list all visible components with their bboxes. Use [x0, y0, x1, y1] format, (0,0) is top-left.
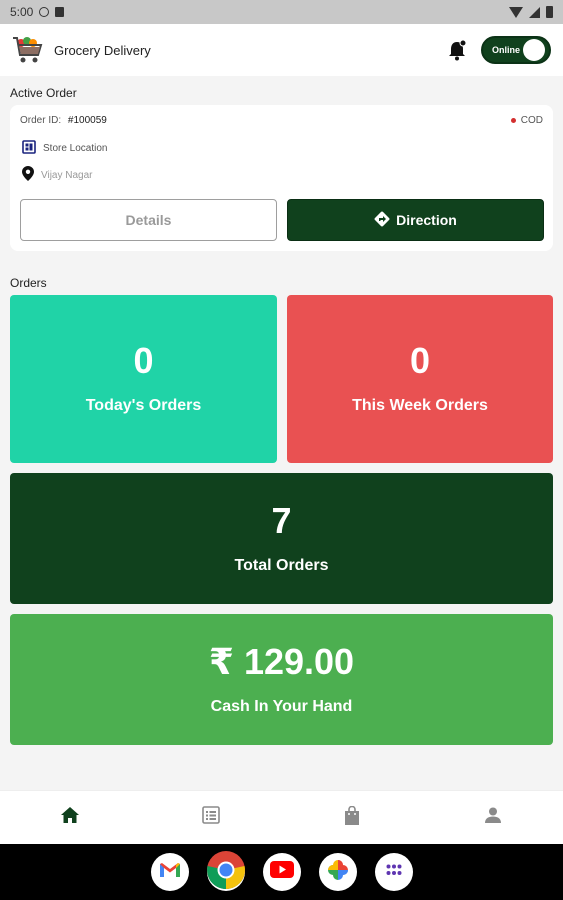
direction-button-label: Direction — [396, 212, 457, 228]
todays-orders-tile[interactable]: 0 Today's Orders — [10, 295, 277, 463]
status-notification-icon — [39, 7, 50, 17]
youtube-app[interactable] — [262, 853, 301, 891]
chrome-app[interactable] — [206, 850, 245, 894]
status-time: 5:00 — [10, 5, 34, 19]
nav-home[interactable] — [50, 798, 90, 838]
app-drawer[interactable] — [374, 853, 413, 891]
store-icon — [22, 140, 36, 157]
person-icon — [484, 807, 501, 828]
address-label: Vijay Nagar — [41, 169, 93, 181]
bottom-navigation — [0, 790, 563, 844]
battery-icon — [546, 6, 553, 18]
apps-icon — [386, 863, 402, 881]
grocery-cart-logo-icon — [12, 35, 44, 65]
chrome-icon — [206, 850, 245, 894]
order-id-value: #100059 — [67, 115, 107, 126]
gmail-icon — [159, 862, 181, 883]
total-orders-count: 7 — [271, 499, 292, 541]
signal-icon — [529, 6, 540, 18]
shopping-bag-icon — [344, 805, 360, 830]
system-dock — [0, 844, 563, 900]
photos-icon — [327, 859, 349, 886]
app-title: Grocery Delivery — [54, 42, 151, 58]
nav-profile[interactable] — [473, 798, 513, 838]
home-icon — [61, 807, 80, 828]
nav-orders[interactable] — [191, 798, 231, 838]
todays-orders-count: 0 — [133, 340, 154, 381]
nav-shopping[interactable] — [332, 798, 372, 838]
gmail-app[interactable] — [150, 853, 189, 891]
youtube-icon — [269, 861, 294, 883]
week-orders-tile[interactable]: 0 This Week Orders — [287, 295, 553, 463]
status-bar: 5:00 — [0, 0, 563, 24]
store-location-label: Store Location — [43, 143, 108, 154]
store-location-row: Store Location — [22, 140, 108, 157]
todays-orders-label: Today's Orders — [85, 397, 202, 414]
payment-method-badge: COD — [510, 115, 543, 126]
cash-in-hand-amount: ₹ 129.00 — [208, 640, 355, 682]
toggle-knob — [523, 39, 545, 61]
online-toggle-label: Online — [492, 45, 521, 55]
total-orders-label: Total Orders — [234, 556, 329, 574]
week-orders-count: 0 — [409, 340, 431, 381]
online-toggle[interactable]: Online — [481, 36, 551, 64]
list-icon — [202, 806, 220, 829]
order-id: Order ID: #100059 — [20, 115, 107, 126]
location-pin-icon — [22, 166, 34, 184]
payment-method-label: COD — [520, 115, 543, 126]
sd-card-icon — [55, 7, 65, 17]
week-orders-label: This Week Orders — [352, 397, 488, 414]
details-button[interactable]: Details — [20, 199, 277, 241]
order-id-label: Order ID: — [20, 115, 62, 126]
active-order-heading: Active Order — [10, 86, 77, 100]
direction-icon — [374, 211, 390, 230]
orders-heading: Orders — [10, 276, 47, 290]
cash-in-hand-tile[interactable]: ₹ 129.00 Cash In Your Hand — [10, 614, 553, 745]
total-orders-tile[interactable]: 7 Total Orders — [10, 473, 553, 604]
active-order-card: Order ID: #100059 COD Store Location Vij… — [10, 105, 553, 251]
photos-app[interactable] — [318, 853, 357, 891]
direction-button[interactable]: Direction — [287, 199, 544, 241]
app-bar: Grocery Delivery Online — [0, 24, 563, 76]
details-button-label: Details — [125, 212, 172, 228]
cod-dot-icon — [510, 118, 516, 123]
notification-bell-icon[interactable] — [447, 39, 467, 61]
address-row: Vijay Nagar — [22, 166, 93, 184]
cash-in-hand-label: Cash In Your Hand — [210, 697, 353, 715]
wifi-icon — [509, 6, 523, 18]
